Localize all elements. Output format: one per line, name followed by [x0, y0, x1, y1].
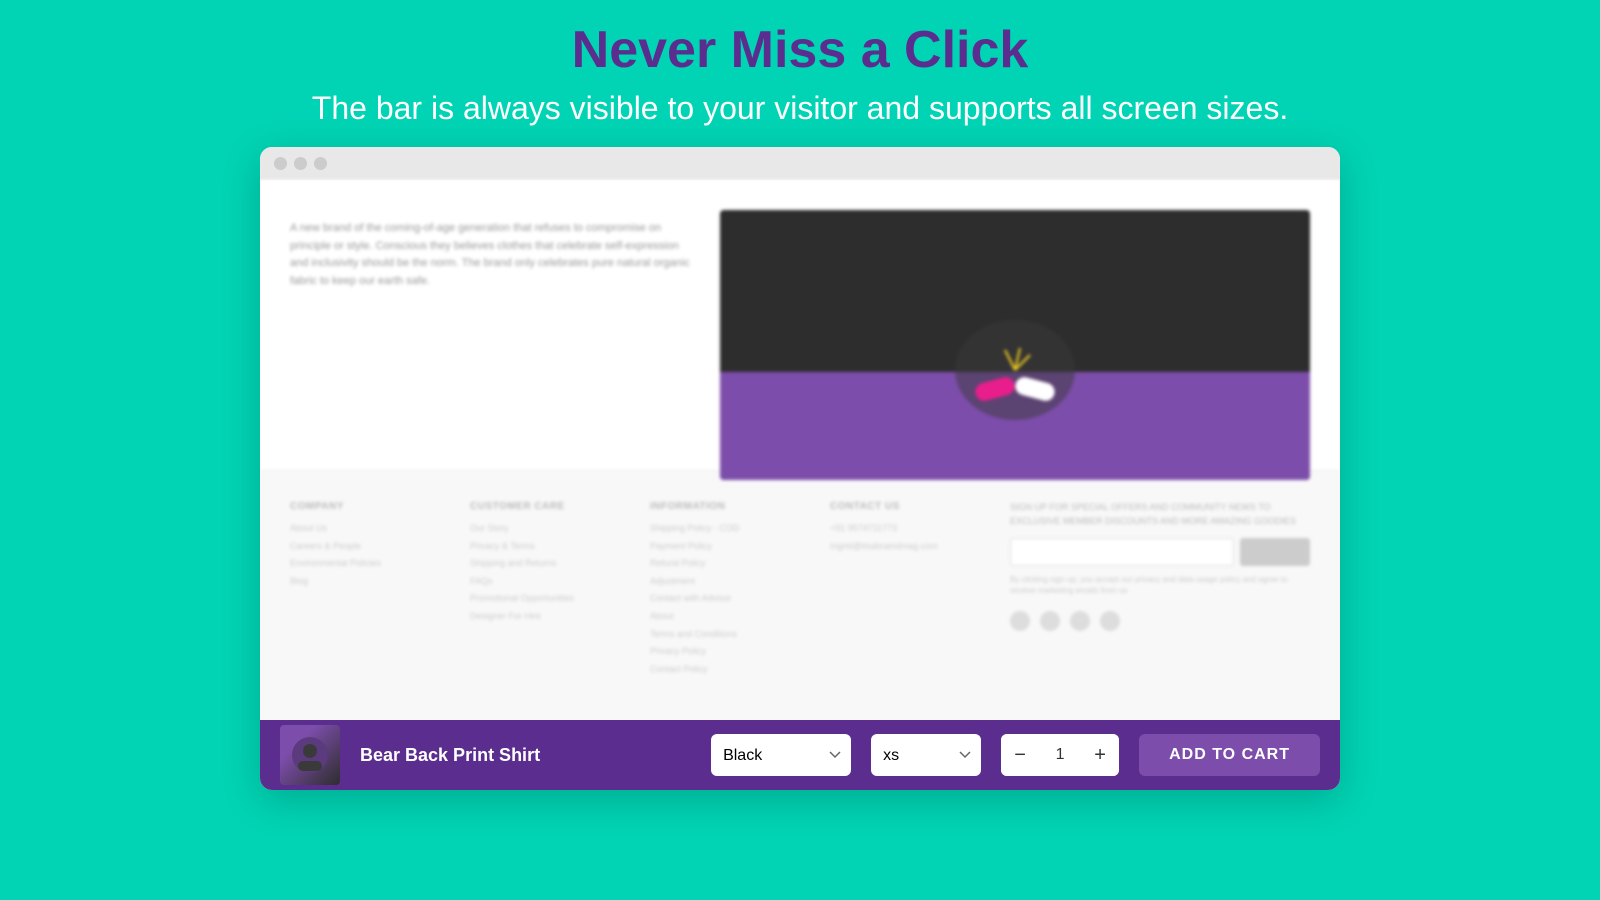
- footer-care-item-1: Our Story: [470, 522, 620, 535]
- browser-page-content: A new brand of the coming-of-age generat…: [260, 180, 1340, 790]
- footer-info-item-4: Adjustment: [650, 575, 800, 588]
- newsletter-email-input[interactable]: [1010, 538, 1234, 566]
- footer-care-item-2: Privacy & Terms: [470, 540, 620, 553]
- footer-info-item-9: Contact Policy: [650, 663, 800, 676]
- browser-titlebar: [260, 147, 1340, 180]
- instagram-icon[interactable]: [1010, 611, 1030, 631]
- newsletter-subscribe-button[interactable]: [1240, 538, 1310, 566]
- footer-care-title: CUSTOMER CARE: [470, 501, 620, 512]
- browser-dot-yellow: [294, 157, 307, 170]
- color-select[interactable]: Black White Navy Grey: [711, 734, 851, 776]
- quantity-control: − 1 +: [1001, 734, 1119, 776]
- browser-window: A new brand of the coming-of-age generat…: [260, 147, 1340, 790]
- footer-care-col: CUSTOMER CARE Our Story Privacy & Terms …: [470, 501, 620, 700]
- footer-contact-col: CONTACT US +91 9574711773 Ingrid@itsabra…: [830, 501, 980, 700]
- social-icons-row: [1010, 611, 1310, 631]
- sticky-product-name: Bear Back Print Shirt: [360, 745, 691, 766]
- footer-info-item-8: Privacy Policy: [650, 645, 800, 658]
- footer-company-item-2: Careers & People: [290, 540, 440, 553]
- footer-contact-phone: +91 9574711773: [830, 522, 980, 535]
- footer-info-title: INFORMATION: [650, 501, 800, 512]
- hero-title: Never Miss a Click: [572, 20, 1029, 80]
- page-description-area: A new brand of the coming-of-age generat…: [290, 210, 690, 440]
- footer-company-title: COMPANY: [290, 501, 440, 512]
- twitter-icon[interactable]: [1070, 611, 1090, 631]
- page-main-area: A new brand of the coming-of-age generat…: [260, 180, 1340, 470]
- browser-dot-green: [314, 157, 327, 170]
- footer-care-item-4: FAQs: [470, 575, 620, 588]
- footer-care-item-3: Shipping and Returns: [470, 557, 620, 570]
- footer-info-item-5: Contact with Advisor: [650, 592, 800, 605]
- footer-company-item-4: Blog: [290, 575, 440, 588]
- sticky-add-to-cart-bar: Bear Back Print Shirt Black White Navy G…: [260, 720, 1340, 790]
- facebook-icon[interactable]: [1040, 611, 1060, 631]
- footer-info-item-6: About: [650, 610, 800, 623]
- footer-care-item-6: Designer For Hire: [470, 610, 620, 623]
- footer-info-item-1: Shipping Policy - COD: [650, 522, 800, 535]
- newsletter-title: SIGN UP FOR SPECIAL OFFERS AND COMMUNITY…: [1010, 501, 1310, 528]
- footer-info-item-7: Terms and Conditions: [650, 628, 800, 641]
- quantity-value: 1: [1039, 746, 1081, 764]
- page-footer: COMPANY About Us Careers & People Enviro…: [260, 470, 1340, 730]
- product-image: [720, 210, 1310, 480]
- footer-contact-email: Ingrid@itsabraindmag.com: [830, 540, 980, 553]
- hero-subtitle: The bar is always visible to your visito…: [312, 90, 1288, 127]
- page-description-text: A new brand of the coming-of-age generat…: [290, 220, 690, 290]
- size-select[interactable]: xs s m l xl: [871, 734, 981, 776]
- pinterest-icon[interactable]: [1100, 611, 1120, 631]
- quantity-minus-button[interactable]: −: [1001, 734, 1039, 776]
- footer-care-item-5: Promotional Opportunities: [470, 592, 620, 605]
- footer-company-item-1: About Us: [290, 522, 440, 535]
- footer-company-item-3: Environmental Policies: [290, 557, 440, 570]
- newsletter-input-row: [1010, 538, 1310, 566]
- footer-contact-title: CONTACT US: [830, 501, 980, 512]
- footer-info-item-2: Payment Policy: [650, 540, 800, 553]
- footer-info-col: INFORMATION Shipping Policy - COD Paymen…: [650, 501, 800, 700]
- product-thumbnail: [280, 725, 340, 785]
- browser-dot-red: [274, 157, 287, 170]
- footer-company-col: COMPANY About Us Careers & People Enviro…: [290, 501, 440, 700]
- product-thumbnail-image: [280, 725, 340, 785]
- quantity-plus-button[interactable]: +: [1081, 734, 1119, 776]
- shirt-graphic: [720, 210, 1310, 480]
- newsletter-disclaimer: By clicking sign up, you accept our priv…: [1010, 574, 1310, 596]
- add-to-cart-button[interactable]: ADD TO CART: [1139, 734, 1320, 776]
- footer-newsletter-col: SIGN UP FOR SPECIAL OFFERS AND COMMUNITY…: [1010, 501, 1310, 700]
- footer-info-item-3: Refund Policy: [650, 557, 800, 570]
